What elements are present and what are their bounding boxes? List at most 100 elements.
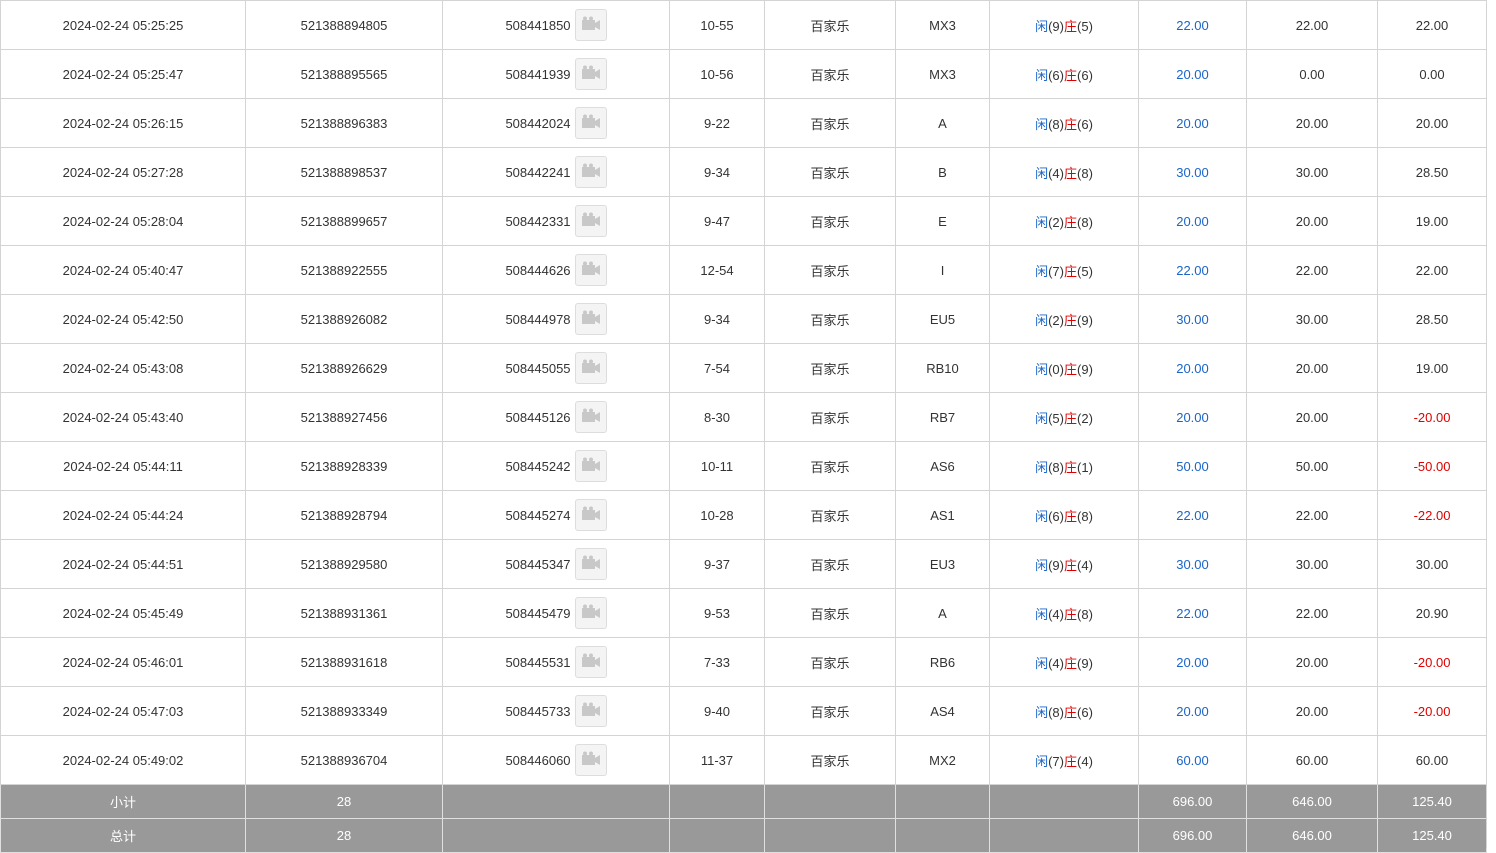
bet-time-cell: 2024-02-24 05:44:11 <box>0 441 246 491</box>
bet-amount-cell: 60.00 <box>1138 735 1247 785</box>
player-score: 8 <box>1052 116 1060 132</box>
video-replay-icon[interactable] <box>574 597 607 629</box>
total-count: 28 <box>245 818 443 853</box>
video-replay-icon[interactable] <box>574 156 607 188</box>
round-number: 508445055 <box>505 360 571 376</box>
valid-bet-cell: 22.00 <box>1246 245 1378 295</box>
video-replay-icon[interactable] <box>574 646 607 678</box>
video-replay-icon[interactable] <box>574 9 607 41</box>
result-cell: 闲(2)庄(8) <box>989 196 1139 246</box>
player-score: 8 <box>1052 704 1060 720</box>
video-replay-icon[interactable] <box>574 58 607 90</box>
game-type-cell: 百家乐 <box>764 0 896 50</box>
banker-label: 庄 <box>1064 459 1078 475</box>
win-loss-cell: -50.00 <box>1377 441 1487 491</box>
order-number-cell: 521388926629 <box>245 343 443 393</box>
round-cell: 508445733 <box>442 686 670 736</box>
table-row: 2024-02-24 05:25:25 521388894805 508441850… <box>0 0 1487 50</box>
video-replay-icon[interactable] <box>574 352 607 384</box>
win-loss-cell: 60.00 <box>1377 735 1487 785</box>
player-score: 7 <box>1052 263 1060 279</box>
table-row: 2024-02-24 05:44:24 521388928794 508445274… <box>0 490 1487 540</box>
round-wrap: 508442241 <box>505 156 607 188</box>
banker-label: 庄 <box>1064 655 1078 671</box>
result-cell: 闲(4)庄(9) <box>989 637 1139 687</box>
video-replay-icon[interactable] <box>574 205 607 237</box>
game-type-cell: 百家乐 <box>764 735 896 785</box>
order-number-cell: 521388898537 <box>245 147 443 197</box>
table-code-cell: AS1 <box>895 490 990 540</box>
banker-score: 1 <box>1081 459 1089 475</box>
video-replay-icon[interactable] <box>574 695 607 727</box>
player-score: 2 <box>1052 312 1060 328</box>
table-row: 2024-02-24 05:27:28 521388898537 508442241… <box>0 147 1487 197</box>
round-cell: 508441939 <box>442 49 670 99</box>
order-number-cell: 521388931618 <box>245 637 443 687</box>
bet-time-cell: 2024-02-24 05:45:49 <box>0 588 246 638</box>
player-score: 2 <box>1052 214 1060 230</box>
table-row: 2024-02-24 05:43:08 521388926629 508445055… <box>0 343 1487 393</box>
shoe-cell: 10-11 <box>669 441 765 491</box>
video-replay-icon[interactable] <box>574 499 607 531</box>
valid-bet-cell: 30.00 <box>1246 294 1378 344</box>
shoe-cell: 7-54 <box>669 343 765 393</box>
table-row: 2024-02-24 05:45:49 521388931361 508445479… <box>0 588 1487 638</box>
player-score: 4 <box>1052 606 1060 622</box>
bet-amount-cell: 22.00 <box>1138 245 1247 295</box>
round-cell: 508445531 <box>442 637 670 687</box>
player-score: 4 <box>1052 655 1060 671</box>
table-code-cell: I <box>895 245 990 295</box>
banker-score: 2 <box>1081 410 1089 426</box>
player-score: 8 <box>1052 459 1060 475</box>
order-number-cell: 521388896383 <box>245 98 443 148</box>
result-cell: 闲(8)庄(6) <box>989 98 1139 148</box>
banker-label: 庄 <box>1064 557 1078 573</box>
order-number-cell: 521388894805 <box>245 0 443 50</box>
order-number-cell: 521388931361 <box>245 588 443 638</box>
order-number-cell: 521388933349 <box>245 686 443 736</box>
shoe-cell: 10-55 <box>669 0 765 50</box>
player-score: 6 <box>1052 508 1060 524</box>
video-replay-icon[interactable] <box>574 254 607 286</box>
round-wrap: 508445055 <box>505 352 607 384</box>
result-cell: 闲(7)庄(4) <box>989 735 1139 785</box>
round-cell: 508445126 <box>442 392 670 442</box>
banker-label: 庄 <box>1064 116 1078 132</box>
bet-amount-cell: 30.00 <box>1138 539 1247 589</box>
result-cell: 闲(4)庄(8) <box>989 147 1139 197</box>
round-cell: 508445274 <box>442 490 670 540</box>
bet-time-cell: 2024-02-24 05:44:51 <box>0 539 246 589</box>
table-code-cell: RB6 <box>895 637 990 687</box>
banker-label: 庄 <box>1064 704 1078 720</box>
banker-label: 庄 <box>1064 263 1078 279</box>
game-type-cell: 百家乐 <box>764 147 896 197</box>
player-label: 闲 <box>1035 508 1049 524</box>
valid-bet-cell: 22.00 <box>1246 490 1378 540</box>
player-label: 闲 <box>1035 410 1049 426</box>
table-right-border <box>1486 0 1487 848</box>
video-replay-icon[interactable] <box>574 450 607 482</box>
result-cell: 闲(8)庄(1) <box>989 441 1139 491</box>
bet-amount-cell: 20.00 <box>1138 392 1247 442</box>
shoe-cell: 9-37 <box>669 539 765 589</box>
bet-amount-cell: 30.00 <box>1138 147 1247 197</box>
valid-bet-cell: 20.00 <box>1246 196 1378 246</box>
table-row: 2024-02-24 05:26:15 521388896383 508442024… <box>0 98 1487 148</box>
subtotal-row: 小计 28 696.00 646.00 125.40 <box>0 784 1487 819</box>
video-replay-icon[interactable] <box>574 107 607 139</box>
valid-bet-cell: 20.00 <box>1246 98 1378 148</box>
banker-score: 8 <box>1081 606 1089 622</box>
video-replay-icon[interactable] <box>574 548 607 580</box>
valid-bet-cell: 50.00 <box>1246 441 1378 491</box>
video-replay-icon[interactable] <box>574 744 607 776</box>
shoe-cell: 12-54 <box>669 245 765 295</box>
player-label: 闲 <box>1035 263 1049 279</box>
win-loss-cell: 30.00 <box>1377 539 1487 589</box>
banker-label: 庄 <box>1064 67 1078 83</box>
video-replay-icon[interactable] <box>574 401 607 433</box>
table-code-cell: A <box>895 98 990 148</box>
video-replay-icon[interactable] <box>574 303 607 335</box>
game-type-cell: 百家乐 <box>764 441 896 491</box>
shoe-cell: 9-22 <box>669 98 765 148</box>
result-cell: 闲(4)庄(8) <box>989 588 1139 638</box>
